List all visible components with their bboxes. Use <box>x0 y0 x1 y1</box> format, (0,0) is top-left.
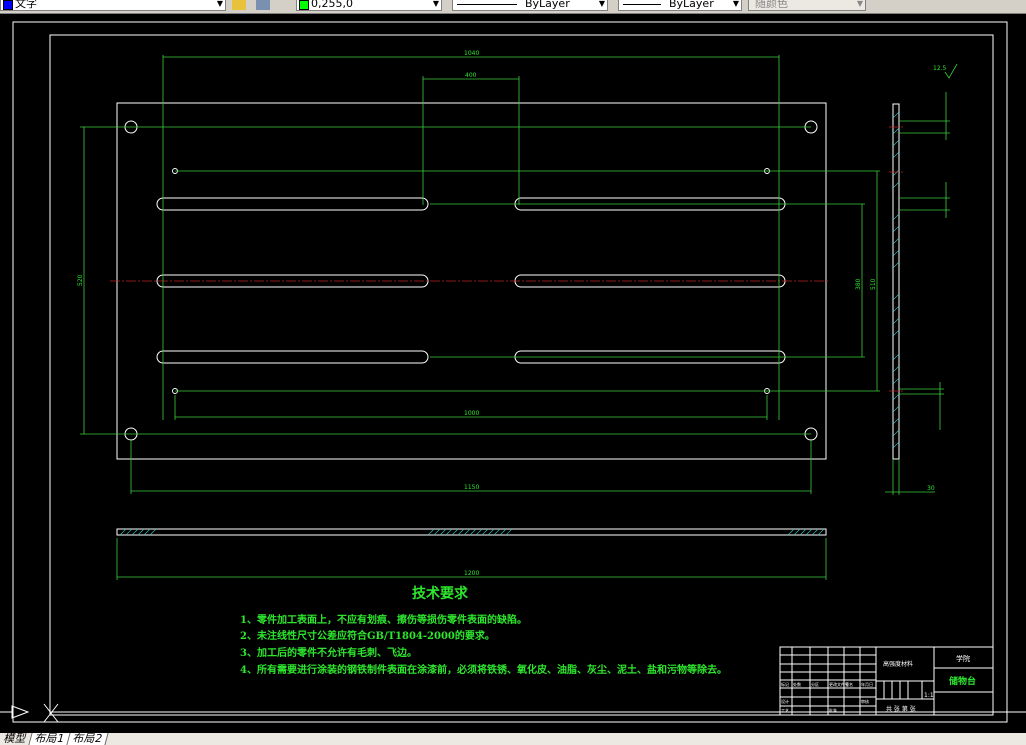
roughness-value: 12.5 <box>933 65 947 72</box>
org-label: 学院 <box>956 654 970 663</box>
color-swatch-icon <box>3 0 13 10</box>
scale-value: 1:1 <box>924 692 934 699</box>
part-name: 储物台 <box>949 675 976 687</box>
dim-1150: 1150 <box>464 484 479 491</box>
dimension-lines <box>80 55 958 580</box>
tb-label: 年月日 <box>861 681 873 687</box>
tech-req-item: 4、所有需要进行涂装的钢铁制件表面在涂漆前，必须将铁锈、氧化皮、油脂、灰尘、泥土… <box>240 665 727 676</box>
chevron-down-icon: ▼ <box>216 0 223 8</box>
slots <box>156 197 786 364</box>
dim-1000: 1000 <box>464 410 479 417</box>
properties-toolbar: 文字 ▼ 0,255,0 ▼ ByLayer ▼ ByLayer ▼ 随颜色 ▼ <box>0 0 1026 14</box>
linetype-select[interactable]: ByLayer ▼ <box>452 0 608 11</box>
tech-req-item: 3、加工后的零件不允许有毛刺、飞边。 <box>240 648 417 659</box>
layers-icon[interactable] <box>256 0 270 10</box>
dim-400: 400 <box>465 72 477 79</box>
material-label: 高强度材料 <box>883 660 913 668</box>
tab-model[interactable]: 模型 <box>0 732 33 745</box>
color-swatch-icon <box>299 0 309 10</box>
layer-state-icon[interactable] <box>232 0 246 10</box>
color-value: 0,255,0 <box>311 0 353 10</box>
tab-layout1[interactable]: 布局1 <box>29 732 71 745</box>
crosshair-cursor <box>43 690 1026 723</box>
dim-1200: 1200 <box>464 570 479 577</box>
front-view <box>116 528 827 536</box>
chevron-down-icon: ▼ <box>732 0 739 8</box>
linetype-value: ByLayer <box>525 0 570 10</box>
text-style-value: 文字 <box>15 0 37 10</box>
dim-1040: 1040 <box>464 50 479 57</box>
chevron-down-icon: ▼ <box>598 0 605 8</box>
roughness-symbol <box>944 63 958 79</box>
dim-510: 510 <box>870 278 877 290</box>
color-select[interactable]: 0,255,0 ▼ <box>296 0 442 11</box>
tab-layout2[interactable]: 布局2 <box>67 732 109 745</box>
tb-label: 分区 <box>811 681 819 687</box>
plot-style-value: 随颜色 <box>755 0 788 10</box>
plot-style-select[interactable]: 随颜色 ▼ <box>748 0 866 11</box>
lineweight-value: ByLayer <box>669 0 714 10</box>
tb-label: 签名 <box>845 681 853 687</box>
tech-req-item: 1、零件加工表面上，不应有划痕、擦伤等损伤零件表面的缺陷。 <box>240 615 527 626</box>
chevron-down-icon: ▼ <box>856 0 863 8</box>
tech-req-title: 技术要求 <box>412 586 468 602</box>
dim-380: 380 <box>855 278 862 290</box>
tech-req-item: 2、未注线性尺寸公差应符合GB/T1804-2000的要求。 <box>240 631 495 642</box>
lineweight-select[interactable]: ByLayer ▼ <box>618 0 742 11</box>
chevron-down-icon: ▼ <box>432 0 439 8</box>
tb-label: 处数 <box>793 681 801 687</box>
layout-tabs: 模型 布局1 布局2 <box>0 732 1026 745</box>
text-style-select[interactable]: 文字 ▼ <box>0 0 226 11</box>
dim-520: 520 <box>77 274 84 286</box>
tb-checker: 审核 <box>861 698 869 704</box>
hatching <box>119 111 900 536</box>
dim-30: 30 <box>927 485 935 492</box>
tb-label: 标记 <box>781 681 789 687</box>
tb-designer: 设计 <box>781 698 789 704</box>
